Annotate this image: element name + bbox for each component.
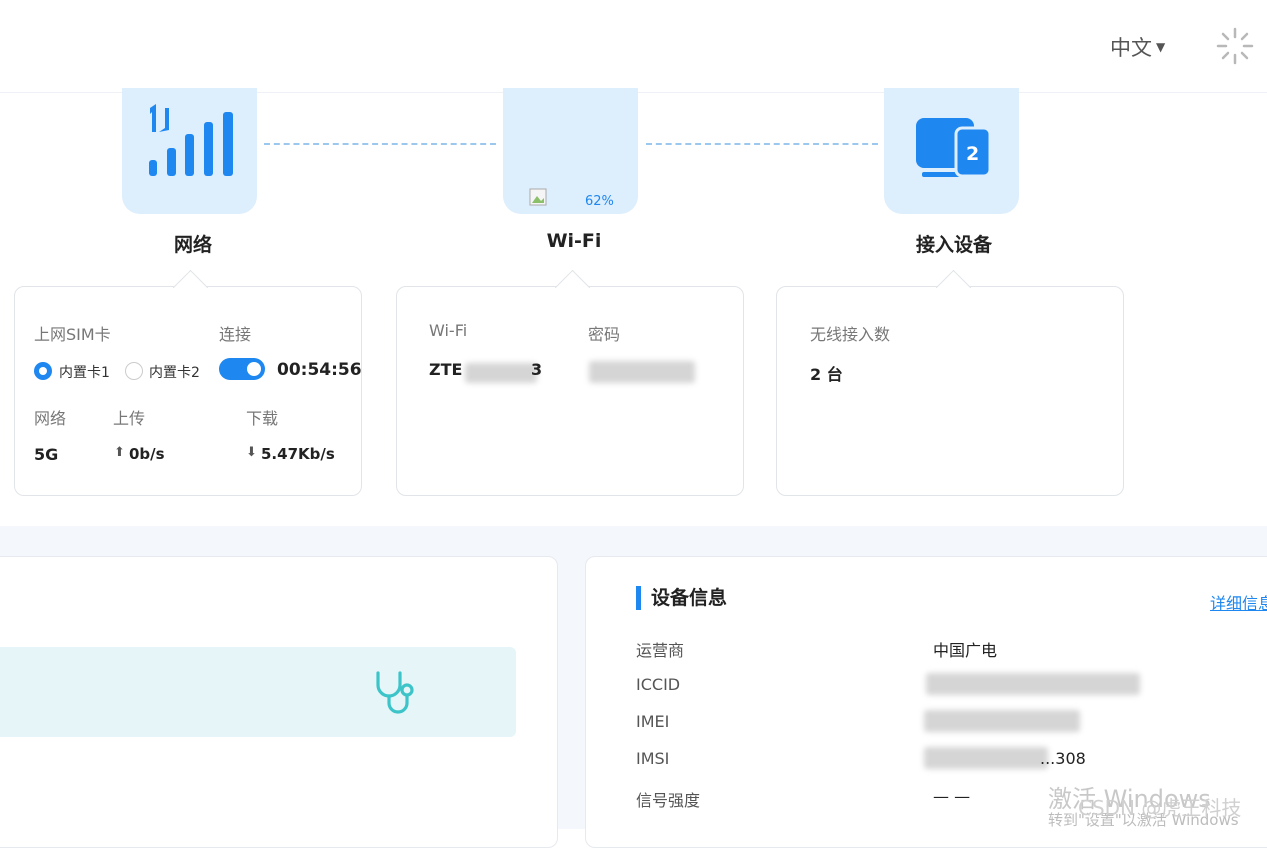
connect-label: 连接	[219, 325, 252, 344]
ssid-value: ZTE	[429, 360, 463, 379]
wifi-percent: 62%	[585, 194, 614, 209]
imsi-value: ...308	[1040, 749, 1086, 768]
net-type-label: 网络	[34, 409, 67, 428]
iccid-label: ICCID	[636, 675, 681, 694]
language-selector[interactable]: 中文 ▼	[1110, 32, 1165, 62]
sim-label: 上网SIM卡	[34, 325, 111, 344]
arrow-up-icon: ⬆	[114, 445, 125, 460]
signal-strength-label: 信号强度	[636, 791, 701, 810]
network-node[interactable]	[122, 88, 257, 214]
password-redacted	[589, 361, 695, 383]
imsi-redacted	[924, 747, 1048, 769]
broken-image-icon	[529, 188, 547, 206]
wifi-card: Wi-Fi 密码 ZTE 3	[396, 269, 744, 496]
csdn-watermark: CSDN @虎王科技	[1078, 796, 1242, 820]
devices-node[interactable]: 2	[884, 88, 1019, 214]
details-link[interactable]: 详细信息	[1210, 590, 1267, 614]
operator-label: 运营商	[636, 641, 685, 660]
iccid-redacted	[926, 673, 1140, 695]
ssid-suffix: 3	[531, 360, 543, 379]
sim2-radio[interactable]	[125, 362, 143, 380]
connector-line	[646, 143, 878, 145]
devices-title: 接入设备	[915, 234, 992, 256]
wireless-count-value: 2 台	[810, 365, 843, 384]
network-card: 上网SIM卡 连接 内置卡1 内置卡2 00:54:56 网络 上传 下载 5G…	[14, 269, 362, 496]
wifi-title: Wi-Fi	[546, 230, 602, 252]
connector-line	[264, 143, 496, 145]
ssid-label: Wi-Fi	[429, 321, 468, 340]
imei-label: IMEI	[636, 712, 670, 731]
ssid-redacted	[465, 363, 537, 383]
loading-spinner-icon	[1216, 27, 1254, 65]
signal-strength-value: — —	[933, 787, 971, 806]
stethoscope-icon	[376, 671, 414, 714]
imei-redacted	[924, 710, 1080, 732]
sim1-label: 内置卡1	[59, 365, 110, 381]
wireless-count-label: 无线接入数	[810, 325, 891, 344]
top-bar: 中文 ▼	[0, 0, 1267, 93]
imsi-label: IMSI	[636, 749, 670, 768]
sim1-radio[interactable]	[34, 362, 52, 380]
devices-card: 无线接入数 2 台	[776, 269, 1124, 496]
devices-icon	[916, 118, 992, 178]
password-label: 密码	[588, 325, 621, 344]
diagnose-banner[interactable]	[0, 647, 516, 737]
connect-toggle[interactable]	[219, 358, 265, 380]
operator-value: 中国广电	[933, 641, 998, 660]
signal-icon	[149, 104, 233, 176]
upload-value: 0b/s	[129, 445, 165, 463]
language-label: 中文	[1110, 36, 1152, 60]
wifi-node[interactable]: 62%	[503, 88, 638, 214]
sim2-label: 内置卡2	[149, 365, 200, 381]
network-title: 网络	[173, 234, 212, 256]
chevron-down-icon: ▼	[1156, 40, 1166, 54]
upload-label: 上传	[113, 409, 146, 428]
net-type-value: 5G	[34, 445, 59, 464]
arrow-down-icon: ⬇	[246, 445, 257, 460]
download-value: 5.47Kb/s	[261, 445, 335, 463]
download-label: 下载	[246, 409, 279, 428]
devices-badge: 2	[966, 143, 980, 165]
connect-duration: 00:54:56	[277, 360, 362, 380]
device-info-title: 设备信息	[636, 586, 727, 610]
